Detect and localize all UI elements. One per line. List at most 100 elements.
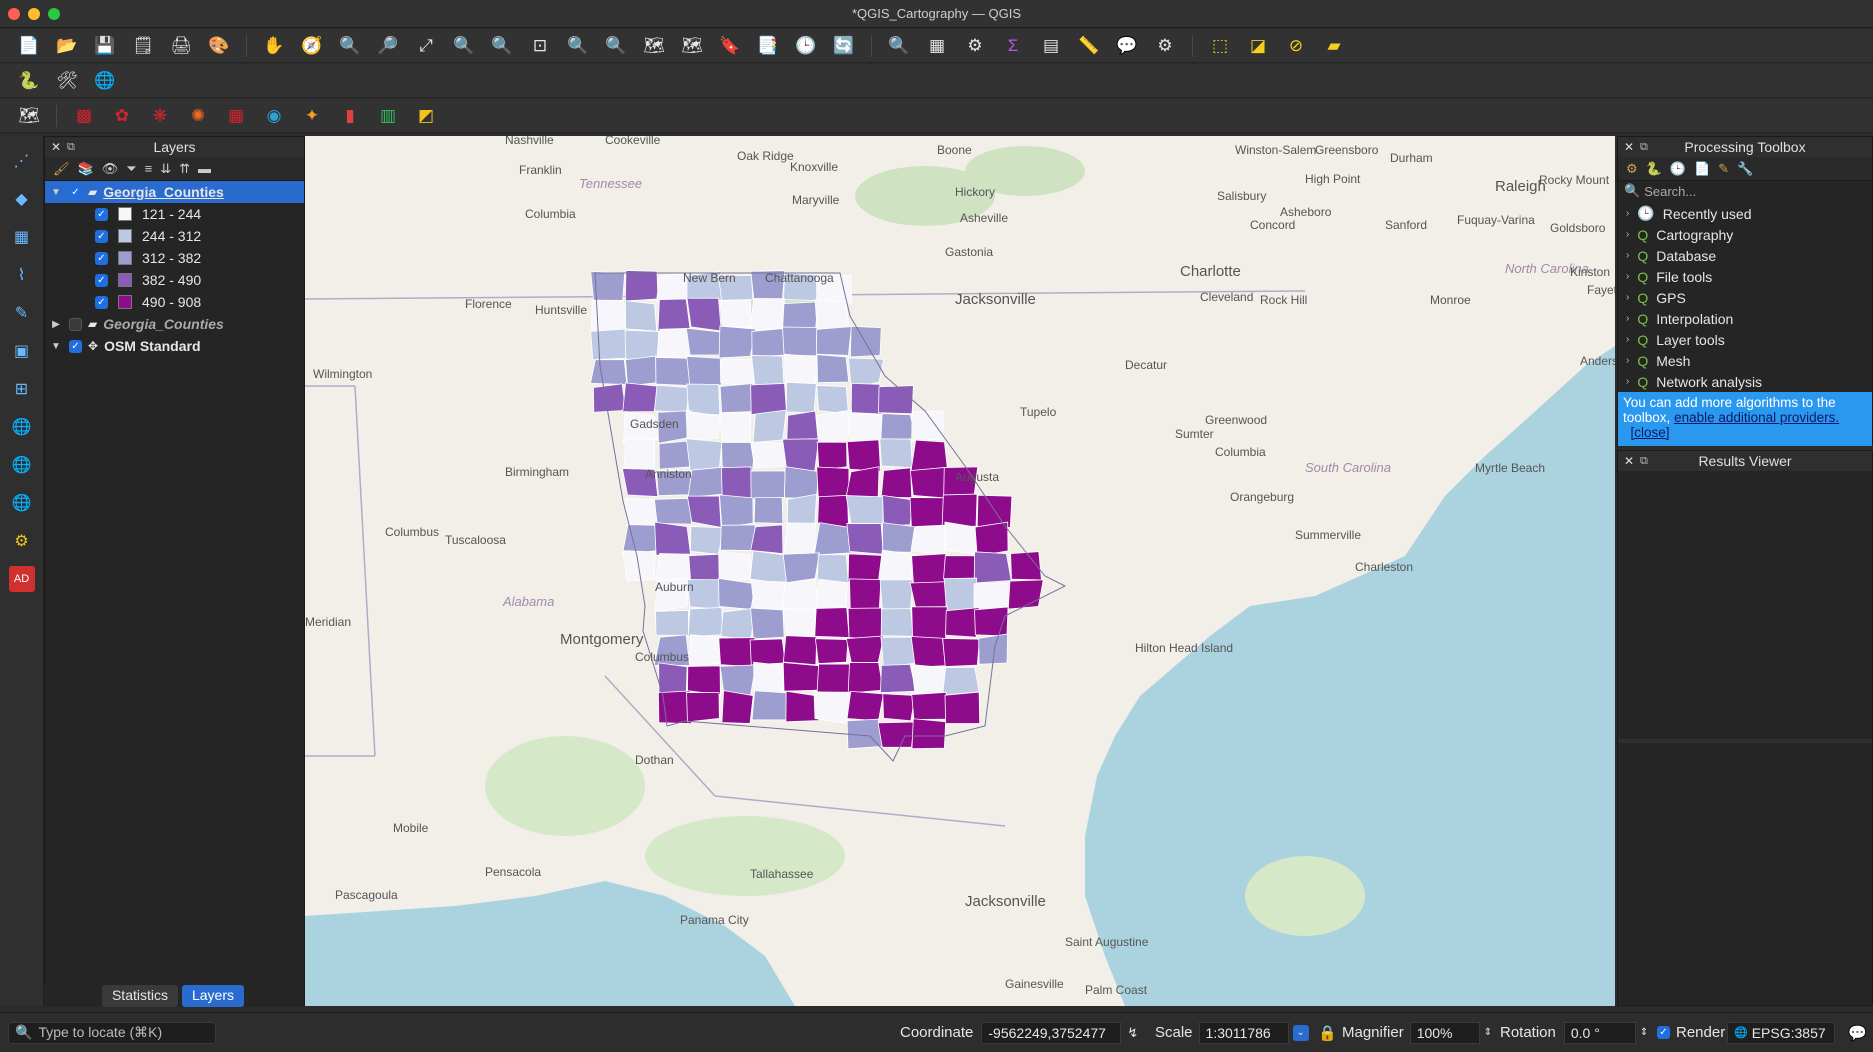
temporal-controller-icon[interactable]: 🕒 bbox=[791, 32, 821, 60]
county-polygon[interactable] bbox=[685, 410, 721, 442]
chevron-right-icon[interactable]: › bbox=[1626, 271, 1629, 282]
legend-class-4[interactable]: ✓ 382 - 490 bbox=[45, 269, 304, 291]
county-polygon[interactable] bbox=[817, 494, 849, 528]
county-polygon[interactable] bbox=[718, 637, 756, 668]
county-polygon[interactable] bbox=[879, 579, 914, 611]
county-polygon[interactable] bbox=[910, 439, 948, 473]
county-polygon[interactable] bbox=[786, 410, 819, 441]
county-polygon[interactable] bbox=[943, 577, 978, 612]
gradient-icon[interactable]: ▮ bbox=[335, 102, 365, 130]
county-polygon[interactable] bbox=[690, 526, 724, 555]
pan-icon[interactable]: ✋ bbox=[259, 32, 289, 60]
select-features-icon[interactable]: ⬚ bbox=[1205, 32, 1235, 60]
legend-class-1[interactable]: ✓ 121 - 244 bbox=[45, 203, 304, 225]
county-polygon[interactable] bbox=[719, 412, 751, 443]
close-panel-icon[interactable]: ✕ bbox=[51, 137, 61, 157]
county-polygon[interactable] bbox=[658, 440, 691, 470]
county-polygon[interactable] bbox=[846, 439, 882, 472]
close-panel-icon[interactable]: ✕ bbox=[1624, 451, 1634, 471]
tab-statistics[interactable]: Statistics bbox=[101, 985, 178, 1007]
county-polygon[interactable] bbox=[686, 692, 720, 723]
processing-item[interactable]: › Q File tools bbox=[1618, 266, 1872, 287]
filter-expression-icon[interactable]: ≡ bbox=[145, 161, 153, 176]
symbol-grid-icon[interactable]: ▦ bbox=[221, 102, 251, 130]
county-polygon[interactable] bbox=[721, 466, 753, 500]
county-polygon[interactable] bbox=[814, 299, 850, 332]
county-polygon[interactable] bbox=[782, 608, 820, 639]
info-close-link[interactable]: [close] bbox=[1631, 425, 1670, 440]
layer-styling-icon[interactable]: 🗺 bbox=[14, 102, 44, 130]
county-polygon[interactable] bbox=[750, 441, 789, 469]
chevron-right-icon[interactable]: › bbox=[1626, 334, 1629, 345]
county-polygon[interactable] bbox=[656, 327, 691, 360]
remove-layer-icon[interactable]: ▬ bbox=[198, 161, 211, 176]
county-polygon[interactable] bbox=[653, 497, 692, 525]
county-polygon[interactable] bbox=[784, 354, 818, 386]
zoom-last-icon[interactable]: 🔍 bbox=[563, 32, 593, 60]
county-polygon[interactable] bbox=[685, 438, 723, 472]
class-checkbox[interactable]: ✓ bbox=[95, 273, 108, 287]
add-wms-icon[interactable]: ⊞ bbox=[7, 376, 37, 402]
open-table-icon[interactable]: ▤ bbox=[1036, 32, 1066, 60]
new-project-icon[interactable]: 📄 bbox=[14, 32, 44, 60]
county-polygon[interactable] bbox=[945, 607, 980, 638]
county-polygon[interactable] bbox=[815, 409, 853, 445]
chevron-right-icon[interactable]: › bbox=[1626, 229, 1629, 240]
zoom-next-icon[interactable]: 🔍 bbox=[601, 32, 631, 60]
county-polygon[interactable] bbox=[911, 606, 948, 641]
county-polygon[interactable] bbox=[689, 634, 724, 667]
county-polygon[interactable] bbox=[624, 329, 660, 361]
county-polygon[interactable] bbox=[782, 326, 818, 358]
county-polygon[interactable] bbox=[688, 553, 722, 583]
county-polygon[interactable] bbox=[753, 661, 786, 694]
add-wcs-icon[interactable]: 🌐 bbox=[7, 452, 37, 478]
processing-item[interactable]: › Q Interpolation bbox=[1618, 308, 1872, 329]
chevron-down-icon[interactable]: ▼ bbox=[49, 187, 63, 198]
map-canvas[interactable]: Nashville Cookeville Boone Winston-Salem Gre… bbox=[305, 136, 1615, 1006]
county-polygon[interactable] bbox=[845, 635, 885, 666]
messages-icon[interactable]: 💬 bbox=[1848, 1013, 1867, 1052]
symbol-eye-icon[interactable]: ◉ bbox=[259, 102, 289, 130]
county-polygon[interactable] bbox=[719, 359, 755, 388]
county-polygon[interactable] bbox=[813, 691, 851, 725]
add-vector-icon[interactable]: ◆ bbox=[7, 186, 37, 212]
county-polygon[interactable] bbox=[944, 691, 981, 724]
rotation-field[interactable]: 0.0 ° bbox=[1563, 1021, 1636, 1044]
county-polygon[interactable] bbox=[719, 299, 752, 329]
attribute-table-icon[interactable]: ▦ bbox=[922, 32, 952, 60]
class-checkbox[interactable]: ✓ bbox=[95, 295, 108, 309]
symbol-star-icon[interactable]: ✺ bbox=[183, 102, 213, 130]
county-polygon[interactable] bbox=[880, 467, 913, 499]
county-polygon[interactable] bbox=[782, 635, 818, 666]
save-project-icon[interactable]: 💾 bbox=[90, 32, 120, 60]
county-polygon[interactable] bbox=[845, 495, 884, 528]
county-polygon[interactable] bbox=[687, 665, 721, 696]
county-polygon[interactable] bbox=[686, 355, 724, 386]
zoom-in-icon[interactable]: 🔍 bbox=[335, 32, 365, 60]
symbol-cluster-icon[interactable]: ❋ bbox=[145, 102, 175, 130]
scale-dropdown-icon[interactable]: ⌄ bbox=[1292, 1024, 1309, 1041]
county-polygon[interactable] bbox=[657, 298, 691, 332]
layer-osm-standard[interactable]: ▼ ✓ ✥ OSM Standard bbox=[45, 335, 304, 357]
new-3d-view-icon[interactable]: 🗺 bbox=[677, 32, 707, 60]
options-icon[interactable]: 🔧 bbox=[1737, 161, 1753, 177]
locate-bar[interactable]: 🔍 Type to locate (⌘K) bbox=[8, 1013, 216, 1052]
county-polygon[interactable] bbox=[816, 354, 850, 384]
edit-features-icon[interactable]: ✎ bbox=[1718, 161, 1729, 177]
county-polygon[interactable] bbox=[718, 577, 756, 610]
processing-item[interactable]: › Q Mesh bbox=[1618, 350, 1872, 371]
county-polygon[interactable] bbox=[846, 523, 884, 555]
plugin-tool-icon[interactable]: 🛠 bbox=[52, 67, 82, 95]
zoom-to-layer-icon[interactable]: 🔍 bbox=[487, 32, 517, 60]
zoom-to-selection-icon[interactable]: 🔍 bbox=[449, 32, 479, 60]
models-icon[interactable]: ⚙ bbox=[1626, 161, 1638, 177]
county-polygon[interactable] bbox=[749, 638, 786, 666]
layer-visibility-checkbox[interactable]: ✓ bbox=[69, 339, 82, 353]
county-polygon[interactable] bbox=[847, 607, 885, 641]
chevron-right-icon[interactable]: › bbox=[1626, 292, 1629, 303]
add-group-icon[interactable]: 📚 bbox=[78, 161, 94, 177]
filter-legend-icon[interactable]: ⏷ bbox=[126, 161, 136, 177]
add-virtual-layer-icon[interactable]: ⚙ bbox=[7, 528, 37, 554]
county-polygon[interactable] bbox=[593, 383, 627, 413]
color-bands-icon[interactable]: ▥ bbox=[373, 102, 403, 130]
